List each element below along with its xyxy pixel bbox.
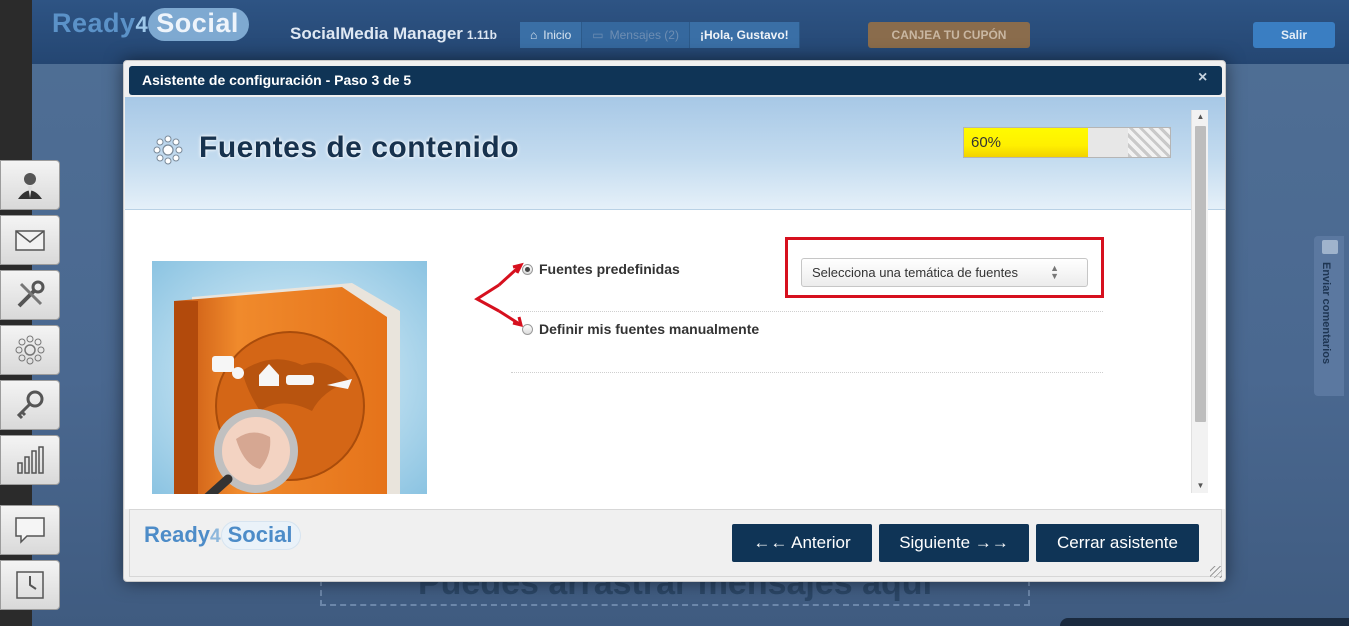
close-icon[interactable]: × — [1198, 69, 1207, 87]
progress-stripe — [1128, 128, 1170, 157]
annotation-arrows — [474, 262, 524, 328]
background-panel — [1060, 618, 1349, 626]
scroll-thumb[interactable] — [1195, 126, 1206, 422]
previous-button[interactable]: ←← Anterior — [732, 524, 872, 562]
scroll-down-icon[interactable]: ▼ — [1192, 479, 1209, 493]
sources-icon — [153, 135, 183, 165]
feedback-icon — [1322, 240, 1338, 254]
comment-icon — [15, 517, 45, 544]
next-button[interactable]: Siguiente →→ — [879, 524, 1029, 562]
tool-comments[interactable] — [0, 505, 60, 555]
home-icon: ⌂ — [530, 28, 538, 42]
key-icon — [16, 390, 44, 420]
divider — [511, 372, 1103, 373]
feedback-tab[interactable]: Enviar comentarios — [1314, 236, 1344, 396]
user-icon — [18, 173, 42, 199]
step-banner: Fuentes de contenido 60% — [125, 97, 1225, 210]
dialog-scrollbar[interactable]: ▲ ▼ — [1191, 110, 1208, 493]
setup-wizard-dialog: Asistente de configuración - Paso 3 de 5… — [123, 60, 1226, 582]
close-wizard-button[interactable]: Cerrar asistente — [1036, 524, 1199, 562]
calendar-icon — [16, 571, 44, 599]
nav-greeting[interactable]: ¡Hola, Gustavo! — [689, 22, 800, 48]
progress-label: 60% — [971, 134, 1002, 151]
inbox-icon: ▭ — [592, 28, 604, 42]
app-name: SocialMedia Manager 1.11b — [290, 24, 497, 43]
sources-icon — [15, 335, 45, 365]
tool-profile[interactable] — [0, 160, 60, 210]
step-heading: Fuentes de contenido — [199, 131, 520, 164]
scroll-up-icon[interactable]: ▲ — [1192, 110, 1209, 124]
mail-icon — [15, 230, 45, 251]
wizard-progress-bar: 60% — [963, 127, 1171, 158]
option-manual-label: Definir mis fuentes manualmente — [539, 321, 760, 337]
stats-icon — [17, 446, 44, 474]
tool-keys[interactable] — [0, 380, 60, 430]
app-version: 1.11b — [466, 28, 497, 42]
logout-button[interactable]: Salir — [1253, 22, 1335, 48]
dialog-body: Fuentes de contenido 60% Fuentes predefi… — [125, 97, 1225, 509]
divider — [511, 311, 1103, 312]
feedback-label: Enviar comentarios — [1320, 262, 1332, 365]
radio-predefined[interactable] — [522, 263, 533, 275]
tools-icon — [17, 280, 45, 308]
theme-select[interactable]: Selecciona una temática de fuentes ▲ ▼ — [801, 258, 1088, 287]
dialog-footer: Ready4 Social ←← Anterior Siguiente →→ Ce… — [129, 509, 1222, 577]
nav-mensajes[interactable]: ▭ Mensajes (2) — [582, 22, 690, 48]
tool-mail[interactable] — [0, 215, 60, 265]
option-predefined[interactable]: Fuentes predefinidas — [522, 261, 680, 277]
tool-settings[interactable] — [0, 270, 60, 320]
resize-grip[interactable] — [1210, 566, 1222, 578]
tool-sources[interactable] — [0, 325, 60, 375]
dialog-title: Asistente de configuración - Paso 3 de 5 — [129, 66, 1222, 95]
option-predefined-label: Fuentes predefinidas — [539, 261, 680, 277]
chevron-updown-icon: ▲ ▼ — [1050, 263, 1059, 281]
sources-binder-illustration — [152, 261, 427, 494]
theme-select-value: Selecciona una temática de fuentes — [812, 265, 1018, 280]
tool-stats[interactable] — [0, 435, 60, 485]
nav-inicio[interactable]: ⌂ Inicio — [520, 22, 583, 48]
main-nav: ⌂ Inicio ▭ Mensajes (2) ¡Hola, Gustavo! — [520, 22, 800, 48]
option-manual[interactable]: Definir mis fuentes manualmente — [522, 321, 759, 337]
tool-calendar[interactable] — [0, 560, 60, 610]
radio-manual[interactable] — [522, 323, 533, 335]
coupon-button[interactable]: CANJEA TU CUPÓN — [868, 22, 1030, 48]
footer-logo: Ready4 Social — [144, 521, 302, 550]
app-logo[interactable]: Ready4 Social — [52, 8, 249, 41]
